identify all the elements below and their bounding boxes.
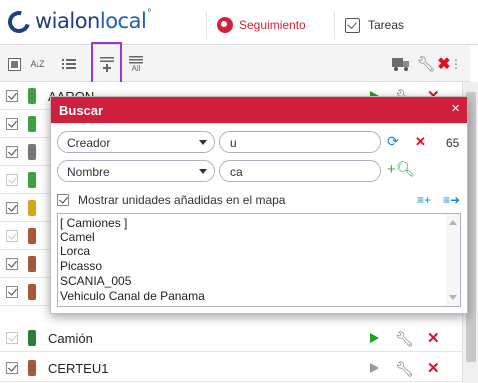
list-icon <box>62 59 76 69</box>
unit-icon <box>28 228 36 244</box>
results-scrollbar[interactable] <box>446 214 460 306</box>
unit-icon <box>28 116 36 132</box>
logo-ring-icon <box>3 6 35 38</box>
result-item[interactable]: Vehiculo Canal de Panama <box>60 289 205 303</box>
checkbox-square-icon <box>7 57 21 71</box>
chevron-down-icon <box>199 169 207 174</box>
show-on-map-checkbox[interactable] <box>57 194 69 206</box>
add-all-button[interactable]: All <box>126 52 146 76</box>
show-on-map-label: Mostrar unidades añadidas en el mapa <box>78 193 286 207</box>
tab-seguimiento-label: Seguimiento <box>239 18 306 32</box>
unit-icon <box>28 256 36 272</box>
filter-value-input-1[interactable]: u <box>219 131 381 153</box>
refresh-icon[interactable]: ⟳ <box>387 133 399 150</box>
result-item[interactable]: Lorca <box>60 244 90 258</box>
select-all-checkbox[interactable] <box>6 52 22 76</box>
delete-all-button[interactable]: ✖ <box>437 52 451 76</box>
unit-checkbox[interactable] <box>6 332 18 344</box>
filter-value-text-2: ca <box>230 165 243 179</box>
logo-text-bold: wialon <box>35 9 100 33</box>
unit-checkbox[interactable] <box>6 118 18 130</box>
unit-checkbox[interactable] <box>6 146 18 158</box>
globe-icon <box>217 17 233 33</box>
more-vertical-icon: ⋮ <box>450 57 462 71</box>
dialog-title: Buscar <box>59 103 104 118</box>
list-all-icon <box>129 55 143 63</box>
close-x-icon: ✖ <box>437 56 451 73</box>
highlight-annotation-box <box>91 42 122 84</box>
wialon-local-logo[interactable]: wialonlocal ° <box>3 6 152 38</box>
add-selected-icon[interactable]: ≡+ <box>417 193 431 207</box>
result-item[interactable]: Picasso <box>60 259 102 273</box>
unit-checkbox[interactable] <box>6 90 18 102</box>
delete-icon[interactable]: ✕ <box>427 359 440 377</box>
tab-tareas[interactable]: Tareas <box>334 12 404 38</box>
close-icon[interactable]: × <box>451 100 460 117</box>
remove-filter-icon[interactable]: ✕ <box>415 134 426 150</box>
add-all-results-icon[interactable]: ≡➜ <box>443 193 460 207</box>
unit-checkbox[interactable] <box>6 230 18 242</box>
filter-value-input-2[interactable]: ca <box>219 160 381 182</box>
filter-field-value-1: Creador <box>67 136 111 150</box>
unit-list-toolbar: A↓Z All 🔧︎ ✖ ⋮ <box>0 46 470 82</box>
unit-checkbox[interactable] <box>6 362 18 374</box>
unit-icon <box>28 360 36 376</box>
unit-checkbox[interactable] <box>6 258 18 270</box>
scroll-up-icon[interactable] <box>449 220 457 225</box>
wrench-icon: 🔧︎ <box>416 56 436 73</box>
sort-az-icon: A↓Z <box>30 59 44 69</box>
unit-checkbox[interactable] <box>6 202 18 214</box>
dialog-header: Buscar × <box>51 97 467 123</box>
vehicle-properties-button[interactable] <box>391 52 411 76</box>
result-item[interactable]: Camel <box>60 230 95 244</box>
unit-checkbox[interactable] <box>6 286 18 298</box>
play-icon[interactable] <box>370 363 379 373</box>
filter-field-select-2[interactable]: Nombre <box>57 160 215 182</box>
tab-tareas-label: Tareas <box>368 18 405 32</box>
result-item[interactable]: SCANIA_005 <box>60 274 131 288</box>
list-view-button[interactable] <box>60 52 78 76</box>
wrench-icon[interactable]: 🔧︎ <box>395 330 414 348</box>
chevron-down-icon <box>199 140 207 145</box>
scroll-down-icon[interactable] <box>449 295 457 300</box>
settings-wrench-button[interactable]: 🔧︎ <box>416 52 436 76</box>
unit-name: CERTEU1 <box>48 361 109 376</box>
sort-az-button[interactable]: A↓Z <box>25 52 49 76</box>
result-item[interactable]: [ Camiones ] <box>60 216 127 230</box>
logo-mark: ° <box>147 7 152 19</box>
unit-icon <box>28 172 36 188</box>
more-options-button[interactable]: ⋮ <box>450 52 462 76</box>
add-filter-search-icon[interactable]: +🔍︎ <box>387 160 415 178</box>
unit-checkbox[interactable] <box>6 174 18 186</box>
filter-field-select-1[interactable]: Creador <box>57 131 215 153</box>
truck-icon <box>392 58 409 71</box>
filter-value-text-1: u <box>230 136 237 150</box>
result-count: 65 <box>446 136 460 150</box>
tasks-checkbox-icon <box>345 17 360 33</box>
unit-icon <box>28 144 36 160</box>
tab-seguimiento[interactable]: Seguimiento <box>206 12 306 38</box>
unit-icon <box>28 284 36 300</box>
search-dialog: Buscar × Creador u ⟳ ✕ 65 Nombre ca +🔍︎ … <box>50 96 468 314</box>
logo-text-light: local <box>99 9 147 33</box>
delete-icon[interactable]: ✕ <box>427 329 440 347</box>
unit-row[interactable]: CERTEU1 🔧︎ ✕ <box>0 354 462 382</box>
filter-field-value-2: Nombre <box>67 165 110 179</box>
unit-row[interactable]: Camión 🔧︎ ✕ <box>0 324 462 352</box>
logo-text: wialonlocal <box>35 9 147 33</box>
unit-icon <box>28 330 36 346</box>
unit-name: Camión <box>48 331 93 346</box>
unit-icon <box>28 200 36 216</box>
search-results-list[interactable]: [ Camiones ] Camel Lorca Picasso SCANIA_… <box>57 213 461 307</box>
all-label: All <box>131 63 141 73</box>
app-root: wialonlocal ° Seguimiento Tareas A↓Z All <box>0 0 478 383</box>
unit-icon <box>28 88 36 104</box>
play-icon[interactable] <box>370 333 379 343</box>
wrench-icon[interactable]: 🔧︎ <box>395 360 414 378</box>
top-navigation-bar: wialonlocal ° Seguimiento Tareas <box>0 0 478 45</box>
